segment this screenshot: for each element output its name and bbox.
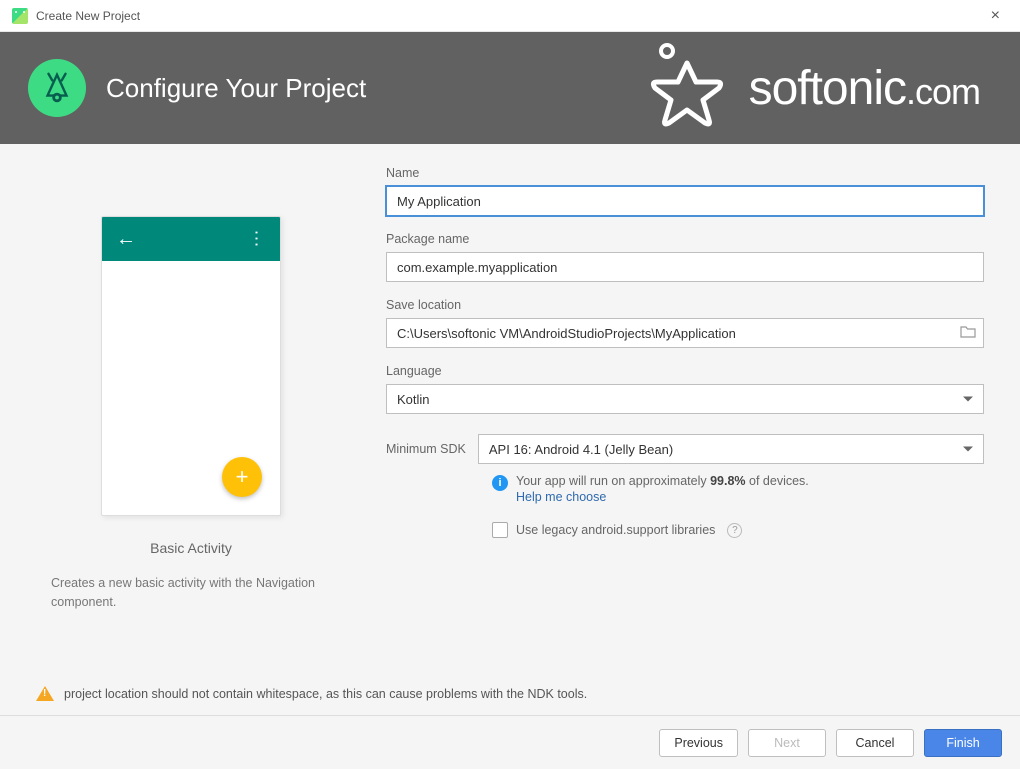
back-arrow-icon: ← xyxy=(116,228,136,251)
softonic-text: softonic.com xyxy=(749,61,980,116)
name-label: Name xyxy=(386,166,984,180)
softonic-watermark: softonic.com xyxy=(637,38,980,138)
minimum-sdk-select[interactable]: API 16: Android 4.1 (Jelly Bean) xyxy=(478,434,984,464)
warning-row: project location should not contain whit… xyxy=(0,672,1020,715)
android-logo-icon xyxy=(28,59,86,117)
warning-text: project location should not contain whit… xyxy=(64,687,587,701)
page-title: Configure Your Project xyxy=(106,73,366,104)
main-content: ← ⋯ + Basic Activity Creates a new basic… xyxy=(0,144,1020,672)
help-me-choose-link[interactable]: Help me choose xyxy=(516,490,809,504)
package-name-label: Package name xyxy=(386,232,984,246)
chevron-down-icon xyxy=(963,397,973,402)
window-title: Create New Project xyxy=(36,9,983,23)
softonic-star-icon xyxy=(637,38,737,138)
package-name-input[interactable] xyxy=(386,252,984,282)
cancel-button[interactable]: Cancel xyxy=(836,729,914,757)
language-label: Language xyxy=(386,364,984,378)
previous-button[interactable]: Previous xyxy=(659,729,738,757)
save-location-input[interactable] xyxy=(386,318,984,348)
minimum-sdk-value: API 16: Android 4.1 (Jelly Bean) xyxy=(489,442,673,457)
form-column: Name Package name Save location Language… xyxy=(386,166,984,662)
preview-appbar: ← ⋯ xyxy=(102,217,280,261)
language-value: Kotlin xyxy=(397,392,430,407)
chevron-down-icon xyxy=(963,447,973,452)
preview-description: Creates a new basic activity with the Na… xyxy=(51,574,331,612)
more-vert-icon: ⋯ xyxy=(246,229,267,249)
finish-button[interactable]: Finish xyxy=(924,729,1002,757)
preview-title: Basic Activity xyxy=(150,540,232,556)
next-button[interactable]: Next xyxy=(748,729,826,757)
language-select[interactable]: Kotlin xyxy=(386,384,984,414)
warning-icon xyxy=(36,686,54,701)
android-studio-icon xyxy=(12,8,28,24)
device-coverage-text: Your app will run on approximately 99.8%… xyxy=(516,474,809,504)
browse-folder-icon[interactable] xyxy=(960,325,976,341)
info-icon: i xyxy=(492,475,508,491)
help-icon[interactable]: ? xyxy=(727,523,742,538)
preview-column: ← ⋯ + Basic Activity Creates a new basic… xyxy=(36,166,346,662)
legacy-libraries-checkbox[interactable] xyxy=(492,522,508,538)
header-band: Configure Your Project softonic.com xyxy=(0,32,1020,144)
save-location-label: Save location xyxy=(386,298,984,312)
close-button[interactable]: × xyxy=(983,3,1008,29)
minimum-sdk-label: Minimum SDK xyxy=(386,442,466,456)
titlebar: Create New Project × xyxy=(0,0,1020,32)
name-input[interactable] xyxy=(386,186,984,216)
fab-icon: + xyxy=(222,457,262,497)
activity-preview: ← ⋯ + xyxy=(101,216,281,516)
legacy-libraries-label: Use legacy android.support libraries xyxy=(516,523,715,537)
footer-buttons: Previous Next Cancel Finish xyxy=(0,715,1020,769)
